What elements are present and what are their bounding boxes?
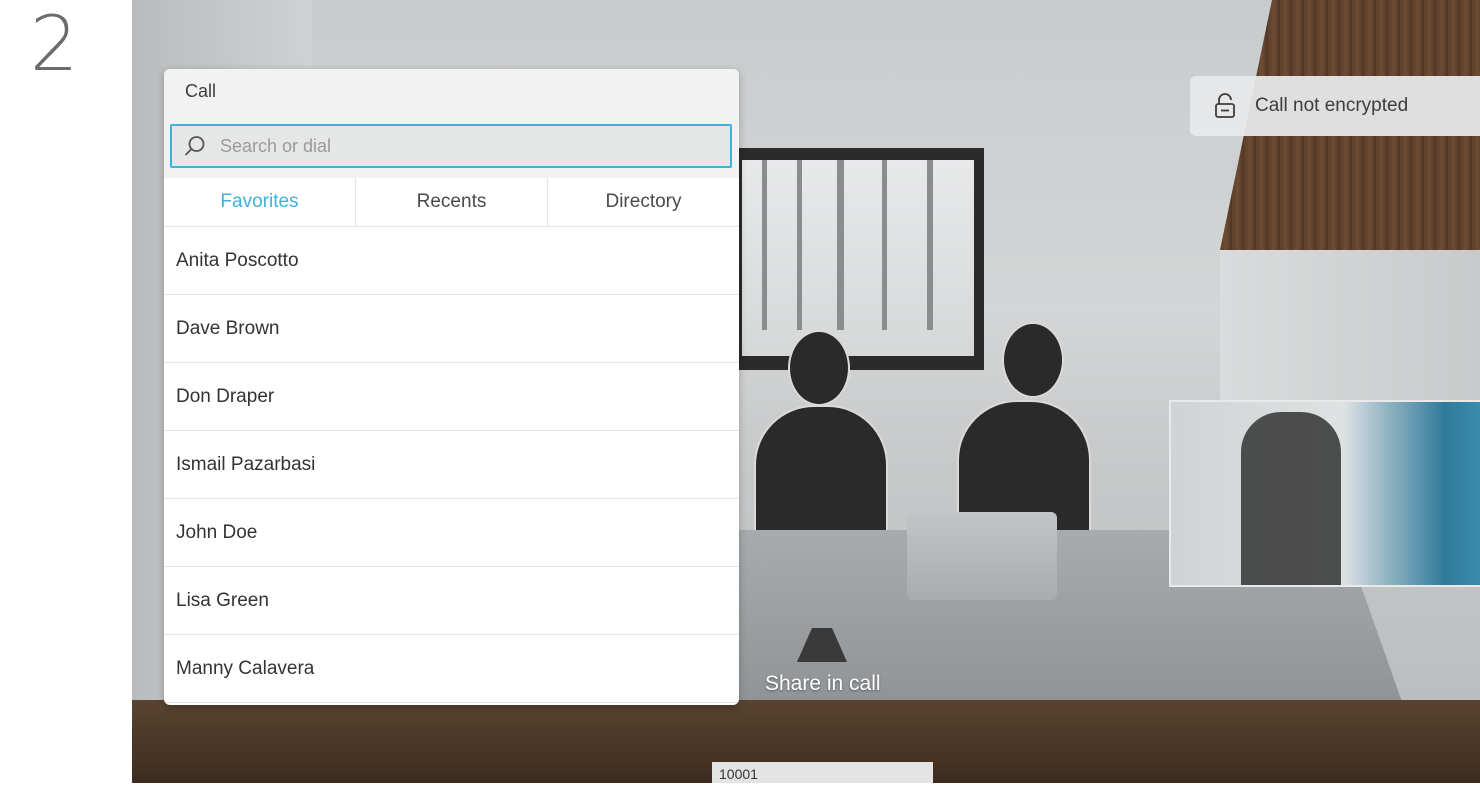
share-in-call-label[interactable]: Share in call <box>765 672 881 696</box>
contact-item[interactable]: Anita Poscotto <box>164 227 739 295</box>
participant-head-left <box>788 330 850 406</box>
wall-picture-image <box>742 160 974 356</box>
self-view-person <box>1241 412 1341 585</box>
extension-number: 10001 <box>712 762 933 783</box>
tab-directory[interactable]: Directory <box>548 178 739 226</box>
self-view-pip[interactable] <box>1169 400 1480 587</box>
contact-item[interactable]: Don Draper <box>164 363 739 431</box>
tab-recents[interactable]: Recents <box>356 178 548 226</box>
search-box[interactable] <box>170 124 732 168</box>
contact-item[interactable]: Dave Brown <box>164 295 739 363</box>
wall-picture <box>732 148 984 370</box>
call-panel-title: Call <box>185 81 217 101</box>
contact-list: Anita Poscotto Dave Brown Don Draper Ism… <box>164 227 739 703</box>
search-input[interactable] <box>218 134 702 158</box>
call-tabs: Favorites Recents Directory <box>164 178 739 227</box>
laptop <box>907 512 1057 600</box>
call-panel: Call Favorites Recents Directory Anita P… <box>164 69 739 705</box>
contact-item[interactable]: Lisa Green <box>164 567 739 635</box>
call-panel-header: Call <box>164 69 739 178</box>
encryption-status-text: Call not encrypted <box>1255 95 1409 116</box>
participant-head-right <box>1002 322 1064 398</box>
contact-item[interactable]: John Doe <box>164 499 739 567</box>
contact-item[interactable]: Ismail Pazarbasi <box>164 431 739 499</box>
step-number: 2 <box>30 0 79 88</box>
tab-favorites[interactable]: Favorites <box>164 178 356 226</box>
contact-item[interactable]: Manny Calavera <box>164 635 739 703</box>
unlocked-icon <box>1215 93 1235 118</box>
search-icon <box>184 136 205 156</box>
encryption-status-banner: Call not encrypted <box>1190 76 1480 136</box>
